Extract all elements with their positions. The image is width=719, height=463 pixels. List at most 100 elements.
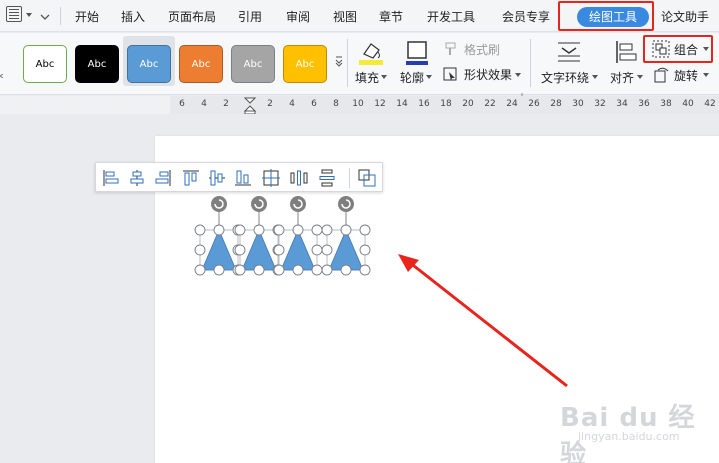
- ruler-tick-label: 42: [704, 99, 716, 109]
- resize-handle[interactable]: [321, 244, 333, 256]
- resize-handle[interactable]: [292, 264, 304, 276]
- tab-page-layout[interactable]: 页面布局: [168, 8, 216, 25]
- resize-handle[interactable]: [234, 264, 246, 276]
- group-label[interactable]: 组合: [674, 41, 698, 58]
- resize-handle[interactable]: [273, 224, 285, 236]
- resize-handle[interactable]: [253, 264, 265, 276]
- resize-handle[interactable]: [340, 264, 352, 276]
- resize-handle[interactable]: [194, 224, 206, 236]
- align-icon[interactable]: [614, 39, 638, 65]
- outline-label[interactable]: 轮廓: [400, 69, 424, 86]
- ruler-tick-label: 4: [201, 99, 207, 109]
- resize-handle[interactable]: [292, 224, 304, 236]
- resize-handle[interactable]: [311, 264, 323, 276]
- resize-handle[interactable]: [234, 244, 246, 256]
- indent-marker-icon[interactable]: [243, 97, 257, 115]
- triangle-shape[interactable]: [273, 196, 323, 276]
- ribbon-drawing-tools: Abc Abc Abc Abc Abc Abc 填充 轮廓 格式刷 形状效果 文…: [0, 33, 719, 98]
- outline-caret-icon[interactable]: [426, 75, 432, 79]
- rotate-handle-icon[interactable]: [251, 196, 267, 212]
- shape-effects-caret-icon[interactable]: [515, 73, 521, 77]
- resize-handle[interactable]: [359, 264, 371, 276]
- group-icon[interactable]: [652, 40, 670, 58]
- fill-icon[interactable]: [356, 38, 386, 66]
- style-gallery-more-icon[interactable]: [334, 55, 344, 67]
- triangle-shape[interactable]: [234, 196, 284, 276]
- tab-insert[interactable]: 插入: [121, 8, 145, 25]
- fill-caret-icon[interactable]: [381, 75, 387, 79]
- resize-handle[interactable]: [213, 264, 225, 276]
- rotate-caret-icon[interactable]: [703, 73, 709, 77]
- quick-access-more-icon[interactable]: [40, 10, 50, 20]
- style-preset-4[interactable]: Abc: [175, 36, 227, 86]
- resize-handle[interactable]: [311, 244, 323, 256]
- style-preset-3-swatch: Abc: [127, 45, 171, 83]
- tab-member[interactable]: 会员专享: [502, 8, 550, 25]
- dialog-launcher-icon[interactable]: [518, 87, 523, 98]
- resize-handle[interactable]: [273, 244, 285, 256]
- ruler-tick-label: 40: [682, 99, 694, 109]
- distribute-horizontal-icon[interactable]: [289, 168, 309, 188]
- resize-handle[interactable]: [213, 224, 225, 236]
- tab-section[interactable]: 章节: [379, 8, 403, 25]
- align-top-icon[interactable]: [181, 168, 201, 188]
- watermark-url: jingyan.baidu.com: [578, 430, 680, 443]
- outline-icon[interactable]: [403, 39, 431, 67]
- rotate-icon[interactable]: [652, 66, 670, 84]
- triangle-fill: [280, 228, 316, 271]
- resize-handle[interactable]: [273, 264, 285, 276]
- align-left-icon[interactable]: [101, 168, 121, 188]
- triangle-shape[interactable]: [194, 196, 244, 276]
- group-objects-icon[interactable]: [357, 168, 377, 188]
- tab-review[interactable]: 审阅: [286, 8, 310, 25]
- tab-paper-assistant[interactable]: 论文助手: [661, 8, 709, 25]
- style-preset-1[interactable]: Abc: [19, 36, 71, 86]
- style-preset-3[interactable]: Abc: [123, 36, 175, 86]
- rotate-handle-icon[interactable]: [338, 196, 354, 212]
- shape-effects-icon[interactable]: [443, 66, 459, 82]
- tab-references[interactable]: 引用: [238, 8, 262, 25]
- resize-handle[interactable]: [321, 264, 333, 276]
- horizontal-ruler[interactable]: 6 4 2 2 4 6 8 10 12 14 16 18 20 22 24 26 28 30 32 34 36 38 40 4…: [0, 96, 719, 115]
- align-caret-icon[interactable]: [637, 75, 643, 79]
- triangle-fill: [241, 228, 277, 271]
- rotate-handle-icon[interactable]: [290, 196, 306, 212]
- triangle-shape[interactable]: [321, 196, 371, 276]
- style-preset-5[interactable]: Abc: [227, 36, 279, 86]
- resize-handle[interactable]: [359, 224, 371, 236]
- app-menu-caret-icon[interactable]: [26, 13, 32, 17]
- resize-handle[interactable]: [234, 224, 246, 236]
- selected-shapes-group[interactable]: [190, 190, 400, 280]
- resize-handle[interactable]: [194, 244, 206, 256]
- text-wrap-label[interactable]: 文字环绕: [541, 69, 589, 86]
- ribbon-scroll-left-icon[interactable]: [0, 67, 4, 79]
- group-caret-icon[interactable]: [703, 47, 709, 51]
- align-middle-icon[interactable]: [207, 168, 227, 188]
- align-label[interactable]: 对齐: [610, 69, 634, 86]
- style-preset-2[interactable]: Abc: [71, 36, 123, 86]
- resize-handle[interactable]: [194, 264, 206, 276]
- resize-handle[interactable]: [340, 224, 352, 236]
- rotate-handle-icon[interactable]: [211, 196, 227, 212]
- tab-drawing-tools[interactable]: 绘图工具: [577, 7, 649, 27]
- resize-handle[interactable]: [311, 224, 323, 236]
- align-center-icon[interactable]: [127, 168, 147, 188]
- distribute-vertical-icon[interactable]: [317, 168, 337, 188]
- align-page-center-icon[interactable]: [261, 168, 281, 188]
- ruler-tick-label: 26: [528, 99, 540, 109]
- resize-handle[interactable]: [253, 224, 265, 236]
- shape-effects-label[interactable]: 形状效果: [464, 66, 512, 83]
- tab-view[interactable]: 视图: [333, 8, 357, 25]
- rotate-label[interactable]: 旋转: [674, 67, 698, 84]
- text-wrap-icon[interactable]: [556, 39, 582, 65]
- align-right-icon[interactable]: [153, 168, 173, 188]
- tab-home[interactable]: 开始: [75, 8, 99, 25]
- align-bottom-icon[interactable]: [233, 168, 253, 188]
- resize-handle[interactable]: [359, 244, 371, 256]
- fill-label[interactable]: 填充: [355, 69, 379, 86]
- style-preset-6[interactable]: Abc: [279, 36, 331, 86]
- resize-handle[interactable]: [321, 224, 333, 236]
- app-menu-icon[interactable]: [6, 6, 22, 22]
- tab-developer[interactable]: 开发工具: [427, 8, 475, 25]
- text-wrap-caret-icon[interactable]: [592, 75, 598, 79]
